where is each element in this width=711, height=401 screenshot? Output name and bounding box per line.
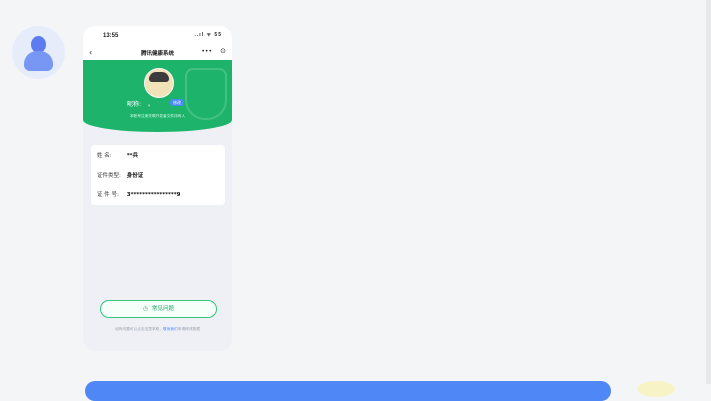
target-icon[interactable]: ⊙ [220, 47, 226, 55]
message-bubble [85, 381, 611, 401]
name-value: **兵 [126, 153, 139, 159]
faq-label: 常见问题 [151, 306, 174, 312]
faq-button[interactable]: ◷ 常见问题 [100, 300, 217, 318]
shield-icon [185, 68, 227, 120]
avatar-body-shape [24, 51, 53, 71]
edit-badge[interactable]: 修改 [170, 99, 184, 106]
phone-screenshot[interactable]: 13:55 ..ıl ᯤ 55 ‹ 腾讯健康系统 ••• ⊙ 昵称: 。 修改 … [83, 26, 232, 351]
status-icons: ..ıl ᯤ 55 [194, 32, 222, 38]
info-card: 姓 名: **兵 证件类型: 身份证 证 件 号: 3*************… [91, 145, 225, 205]
name-label: 姓 名: [97, 153, 112, 159]
id-type-label: 证件类型: [97, 173, 121, 179]
status-time: 13:55 [103, 33, 119, 39]
status-bar: 13:55 ..ıl ᯤ 55 [83, 26, 232, 46]
id-type-value: 身份证 [126, 173, 144, 179]
profile-picture-hair [149, 72, 169, 82]
id-number-value: 3****************9 [126, 192, 181, 198]
id-number-row: 证 件 号: 3****************9 [97, 190, 180, 198]
clock-icon: ◷ [143, 306, 148, 312]
footer-tail: 申请修改数据 [177, 327, 200, 331]
user-avatar [12, 26, 65, 79]
more-icon[interactable]: ••• [201, 48, 212, 55]
id-type-row: 证件类型: 身份证 [97, 171, 143, 179]
profile-note: 本账号注册关联开发者文件持有人 [129, 114, 186, 118]
navbar: ‹ 腾讯健康系统 ••• ⊙ [83, 46, 232, 60]
nickname-label: 昵称: [127, 101, 142, 108]
scrollbar[interactable] [706, 0, 711, 384]
nickname-value: 。 [148, 101, 155, 108]
corner-badge [637, 381, 675, 397]
profile-picture [144, 68, 174, 98]
footer-text: 如有问题可以点击这里求助， [115, 327, 164, 331]
footer-note: 如有问题可以点击这里求助，联系我们申请修改数据 [83, 327, 232, 332]
name-row: 姓 名: **兵 [97, 151, 138, 159]
profile-header: 昵称: 。 修改 本账号注册关联开发者文件持有人 [83, 60, 232, 132]
id-number-label: 证 件 号: [97, 192, 119, 198]
contact-link[interactable]: 联系我们 [163, 327, 178, 331]
